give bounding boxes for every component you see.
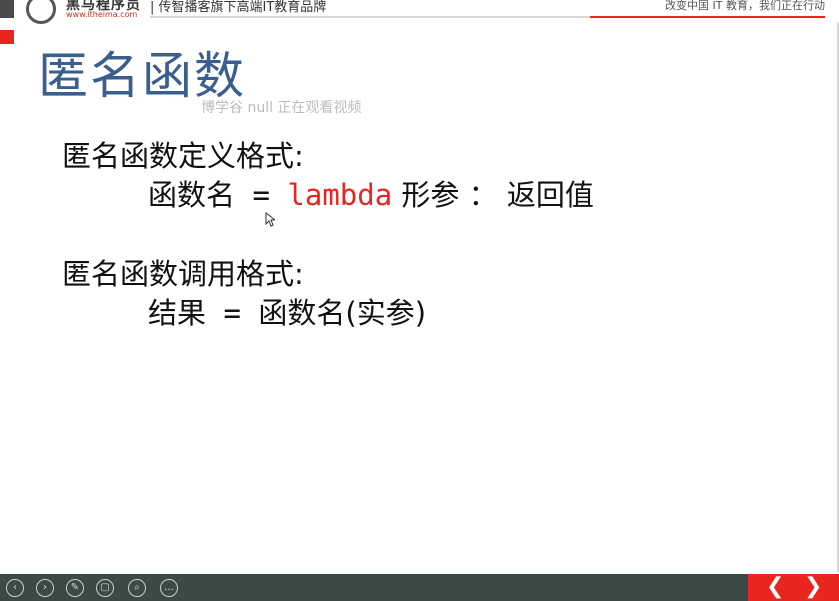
player-toolbar bbox=[0, 574, 839, 601]
def-equals: = bbox=[235, 178, 288, 212]
def-return: 返回值 bbox=[497, 178, 594, 212]
more-options-icon[interactable]: … bbox=[160, 579, 178, 597]
header-red-divider bbox=[590, 16, 825, 18]
brand-tagline: | 传智播客旗下高端IT教育品牌 bbox=[150, 0, 327, 15]
call-result: 结果 bbox=[148, 296, 207, 330]
prev-slide-icon[interactable]: ‹ bbox=[6, 579, 24, 597]
zoom-icon[interactable]: ⌕ bbox=[128, 579, 146, 597]
lambda-keyword: lambda bbox=[287, 178, 393, 212]
brand-url: www.itheima.com bbox=[66, 10, 138, 19]
definition-heading: 匿名函数定义格式: bbox=[62, 139, 304, 173]
next-slide-icon[interactable]: › bbox=[36, 579, 54, 597]
def-function-name: 函数名 bbox=[148, 178, 236, 212]
slide-nav-panel bbox=[748, 574, 839, 601]
call-equals: = bbox=[206, 296, 259, 330]
call-syntax: 结果 = 函数名(实参) bbox=[148, 290, 426, 332]
definition-syntax: 函数名 = lambda 形参 ： 返回值 bbox=[148, 172, 594, 214]
red-accent-block bbox=[0, 30, 14, 44]
call-expression: 函数名(实参) bbox=[258, 296, 427, 330]
call-heading: 匿名函数调用格式: bbox=[62, 257, 304, 291]
mouse-cursor-icon bbox=[265, 212, 275, 227]
slides-overview-icon[interactable]: ▢ bbox=[96, 579, 114, 597]
header-divider bbox=[150, 16, 620, 18]
left-strip bbox=[0, 0, 14, 18]
nav-next-button[interactable]: ❯ bbox=[804, 573, 822, 600]
nav-prev-button[interactable]: ❮ bbox=[766, 573, 784, 600]
viewer-watermark: 博学谷 null 正在观看视频 bbox=[201, 100, 362, 116]
def-params: 形参 bbox=[392, 178, 469, 212]
pen-icon[interactable]: ✎ bbox=[66, 579, 84, 597]
def-colon: ： bbox=[468, 178, 498, 212]
brand-slogan: 改变中国 IT 教育，我们正在行动 bbox=[665, 0, 825, 12]
